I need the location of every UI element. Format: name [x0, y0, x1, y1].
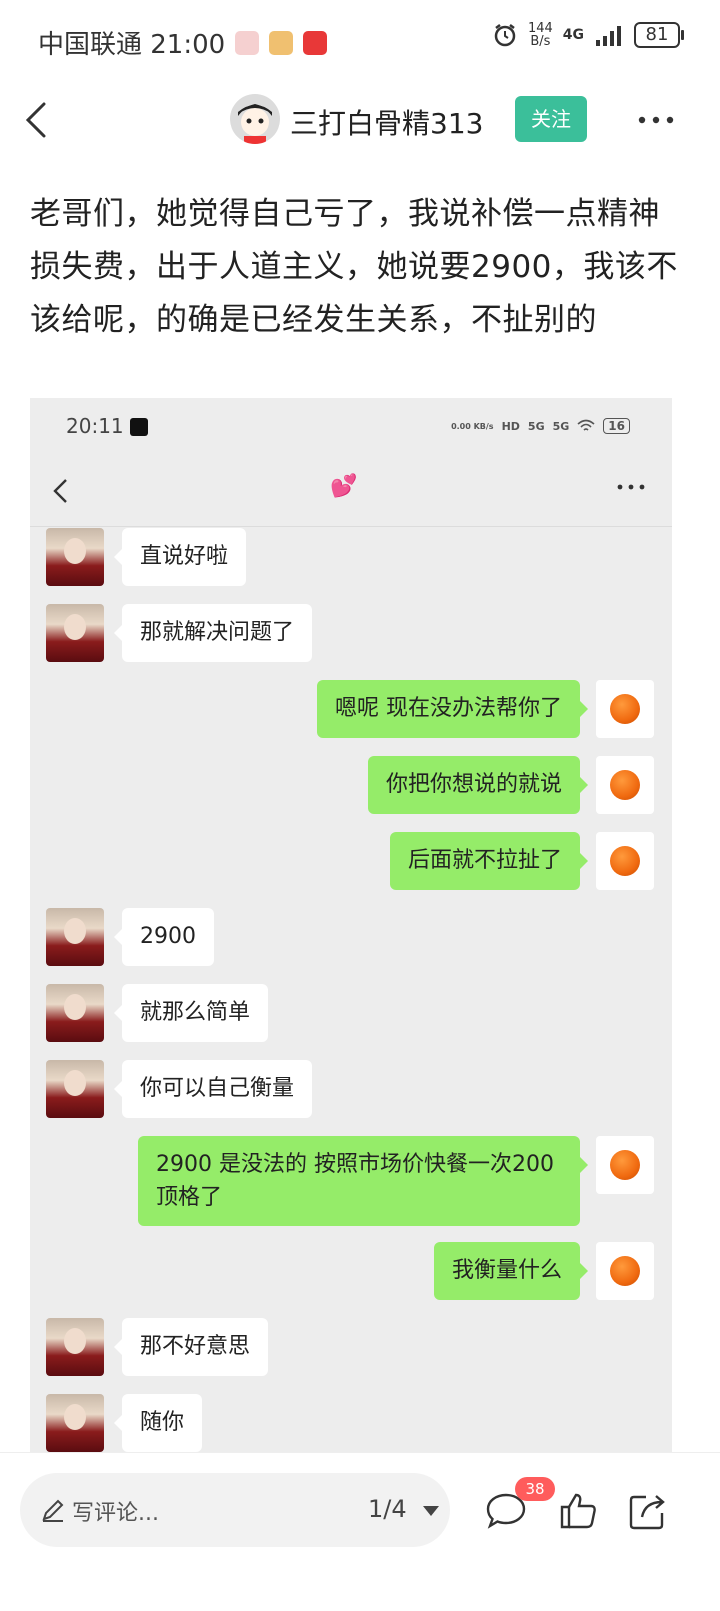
received-message-bubble: 就那么简单 — [113, 984, 269, 1042]
received-message-bubble: 直说好啦 — [113, 528, 247, 586]
sent-message-bubble: 嗯呢 现在没办法帮你了 — [317, 680, 588, 738]
user-avatar — [596, 756, 654, 814]
status-bar-left: 中国联通 21:00 — [38, 24, 328, 61]
image-page-indicator[interactable]: 1/4 — [368, 1495, 407, 1523]
sent-message-bubble: 我衡量什么 — [433, 1242, 589, 1300]
contact-avatar — [46, 1060, 104, 1118]
screenshot-chat-title: 💕 — [330, 474, 358, 499]
comment-count-badge: 38 — [515, 1477, 555, 1501]
author-name[interactable]: 三打白骨精313 — [290, 102, 483, 142]
status-bar-right: 144 B/s 4G 81 — [492, 22, 684, 48]
more-options-icon[interactable] — [636, 106, 676, 134]
signal-icon — [596, 26, 621, 46]
contact-avatar — [46, 528, 104, 586]
screenshot-chat-nav: 💕 — [30, 456, 672, 527]
user-avatar — [596, 1242, 654, 1300]
received-message-bubble: 那就解决问题了 — [113, 604, 313, 662]
battery-indicator: 81 — [634, 22, 684, 48]
screenshot-speed: 0.00 KB/s — [451, 421, 494, 431]
screenshot-status-bar: 20:11 0.00 KB/s HD 5G 5G 16 — [30, 398, 672, 456]
share-icon[interactable] — [626, 1489, 670, 1533]
screenshot-battery: 16 — [603, 418, 630, 434]
screenshot-status-icons: 0.00 KB/s HD 5G 5G 16 — [451, 418, 630, 434]
contact-avatar — [46, 1318, 104, 1376]
app-notification-icon — [303, 30, 328, 55]
hd-icon: HD — [501, 419, 520, 433]
comment-placeholder: 写评论... — [72, 1501, 159, 1526]
network-speed-unit: B/s — [530, 34, 551, 49]
follow-button[interactable]: 关注 — [515, 96, 587, 142]
screenshot-back-icon — [53, 479, 67, 503]
user-avatar — [596, 680, 654, 738]
post-body-text: 老哥们，她觉得自己亏了，我说补偿一点精神损失费，出于人道主义，她说要2900，我… — [30, 196, 678, 338]
user-avatar — [596, 832, 654, 890]
5g-signal-icon: 5G — [527, 419, 545, 433]
received-message-bubble: 你可以自己衡量 — [113, 1060, 313, 1118]
contact-avatar — [46, 908, 104, 966]
contact-avatar — [46, 984, 104, 1042]
network-speed: 144 B/s — [528, 22, 553, 48]
alarm-icon — [494, 24, 516, 47]
app-notification-icon — [269, 30, 294, 55]
pen-icon — [42, 1499, 64, 1522]
bottom-action-bar: 写评论... 1/4 38 — [0, 1452, 720, 1611]
screenshot-more-icon — [617, 484, 645, 490]
post-image-chat-screenshot[interactable]: 20:11 0.00 KB/s HD 5G 5G 16 💕 直说好啦 那就解决问… — [30, 398, 672, 1458]
contact-avatar — [46, 604, 104, 662]
carrier-time: 中国联通 21:00 — [38, 30, 226, 60]
sent-message-bubble: 2900 是没法的 按照市场价快餐一次200 顶格了 — [138, 1136, 588, 1226]
received-message-bubble: 2900 — [114, 908, 214, 966]
author-avatar[interactable] — [230, 94, 280, 144]
user-avatar — [596, 1136, 654, 1194]
comment-input[interactable]: 写评论... 1/4 — [20, 1473, 450, 1547]
back-arrow-icon[interactable] — [18, 98, 58, 142]
tiktok-icon — [130, 418, 148, 436]
5g-signal-icon: 5G — [552, 419, 570, 433]
post-header: 三打白骨精313 关注 — [0, 84, 720, 156]
network-type: 4G — [562, 27, 584, 43]
received-message-bubble: 随你 — [113, 1394, 203, 1452]
caret-down-icon[interactable] — [422, 1505, 440, 1517]
received-message-bubble: 那不好意思 — [113, 1318, 269, 1376]
thumbs-up-icon[interactable] — [556, 1489, 600, 1533]
sent-message-bubble: 后面就不拉扯了 — [389, 832, 589, 890]
wifi-icon — [577, 419, 595, 431]
contact-avatar — [46, 1394, 104, 1452]
sent-message-bubble: 你把你想说的就说 — [367, 756, 589, 814]
qq-notification-icon — [235, 30, 260, 55]
cartoon-avatar-icon — [230, 94, 280, 144]
status-bar: 中国联通 21:00 144 B/s 4G 81 — [0, 0, 720, 84]
screenshot-time: 20:11 — [66, 414, 124, 438]
